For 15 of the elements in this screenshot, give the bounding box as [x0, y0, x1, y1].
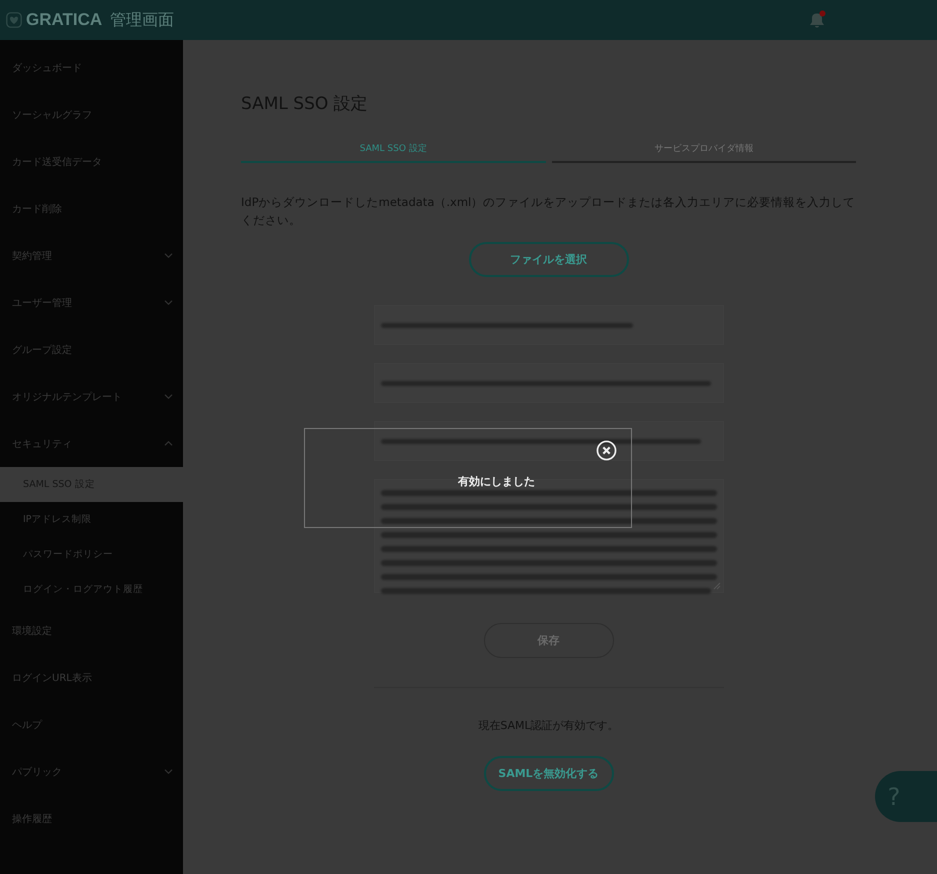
- header-title: 管理画面: [110, 10, 174, 30]
- brand-name: GRATICA: [26, 10, 102, 30]
- tab[interactable]: SAML SSO 設定: [241, 142, 546, 163]
- input-field[interactable]: [374, 363, 724, 403]
- disable-saml-button[interactable]: SAMLを無効化する: [484, 756, 614, 791]
- help-button[interactable]: ?: [875, 771, 937, 822]
- close-icon[interactable]: [596, 440, 617, 461]
- input-field[interactable]: [374, 421, 724, 461]
- resize-grip-icon: [712, 582, 720, 590]
- input-field[interactable]: [374, 305, 724, 345]
- heart-logo-icon: [6, 12, 22, 28]
- notification-bell-icon[interactable]: [807, 10, 827, 30]
- tab[interactable]: サービスプロバイダ情報: [552, 142, 856, 163]
- toast-message: 有効にしました: [456, 474, 535, 489]
- file-select-button[interactable]: ファイルを選択: [468, 242, 628, 277]
